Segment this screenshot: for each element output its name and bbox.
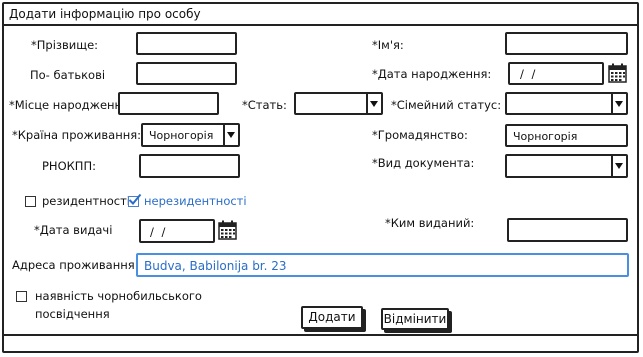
calendar-icon[interactable] xyxy=(608,63,627,83)
rnokpp-input[interactable] xyxy=(139,154,240,178)
chernobyl-label-line2: посвідчення xyxy=(35,307,110,321)
surname-input[interactable] xyxy=(136,32,237,55)
marital-status-label: *Сімейний статус: xyxy=(391,98,502,112)
issue-date-input[interactable]: / / xyxy=(139,219,215,243)
issued-by-input[interactable] xyxy=(507,218,628,242)
chevron-down-icon[interactable] xyxy=(223,125,238,145)
chevron-down-icon[interactable] xyxy=(366,94,381,113)
doc-type-select[interactable] xyxy=(505,154,628,178)
birth-place-label: *Місце народження: xyxy=(9,98,133,112)
add-button[interactable]: Додати xyxy=(301,306,363,329)
issue-date-label: *Дата видачі xyxy=(34,223,113,237)
status-bar xyxy=(4,334,637,351)
name-label: *Ім'я: xyxy=(372,38,404,52)
title-bar: Додати інформацію про особу xyxy=(4,4,637,26)
country-label: *Країна проживання: xyxy=(12,128,142,142)
calendar-icon[interactable] xyxy=(218,220,237,240)
cancel-button[interactable]: Відмінити xyxy=(381,308,449,330)
checkmark-icon xyxy=(128,193,142,205)
address-label: Адреса проживання: xyxy=(12,258,139,272)
birth-place-input[interactable] xyxy=(118,92,219,115)
sex-label: *Стать: xyxy=(242,98,287,112)
patronymic-input[interactable] xyxy=(136,62,237,85)
window-title: Додати інформацію про особу xyxy=(9,7,201,21)
patronymic-label: По- батькові xyxy=(30,68,106,82)
address-input[interactable]: Budva, Babilonija br. 23 xyxy=(136,253,629,277)
resident-label: резидентності xyxy=(42,194,130,208)
nonresident-label: нерезидентності xyxy=(144,194,247,208)
doc-type-label: *Вид документа: xyxy=(372,156,475,170)
birth-date-input[interactable]: / / xyxy=(508,62,604,85)
chernobyl-checkbox[interactable] xyxy=(16,291,27,302)
dialog-window: Додати інформацію про особу *Прізвище: *… xyxy=(2,2,639,353)
chevron-down-icon[interactable] xyxy=(611,94,626,113)
surname-label: *Прізвище: xyxy=(31,38,99,52)
marital-status-select[interactable] xyxy=(505,92,628,115)
birth-date-label: *Дата народження: xyxy=(372,67,492,81)
citizenship-label: *Громадянство: xyxy=(372,128,468,142)
chernobyl-label-line1: наявність чорнобильського xyxy=(35,289,202,303)
country-select[interactable]: Чорногорія xyxy=(141,123,240,147)
chevron-down-icon[interactable] xyxy=(611,156,626,176)
citizenship-input[interactable]: Чорногорія xyxy=(505,124,628,147)
rnokpp-label: РНОКПП: xyxy=(42,159,96,173)
nonresident-checkbox[interactable] xyxy=(128,193,142,207)
resident-checkbox[interactable] xyxy=(25,196,36,207)
issued-by-label: *Ким виданий: xyxy=(385,216,475,230)
name-input[interactable] xyxy=(505,32,628,55)
sex-select[interactable] xyxy=(294,92,383,115)
